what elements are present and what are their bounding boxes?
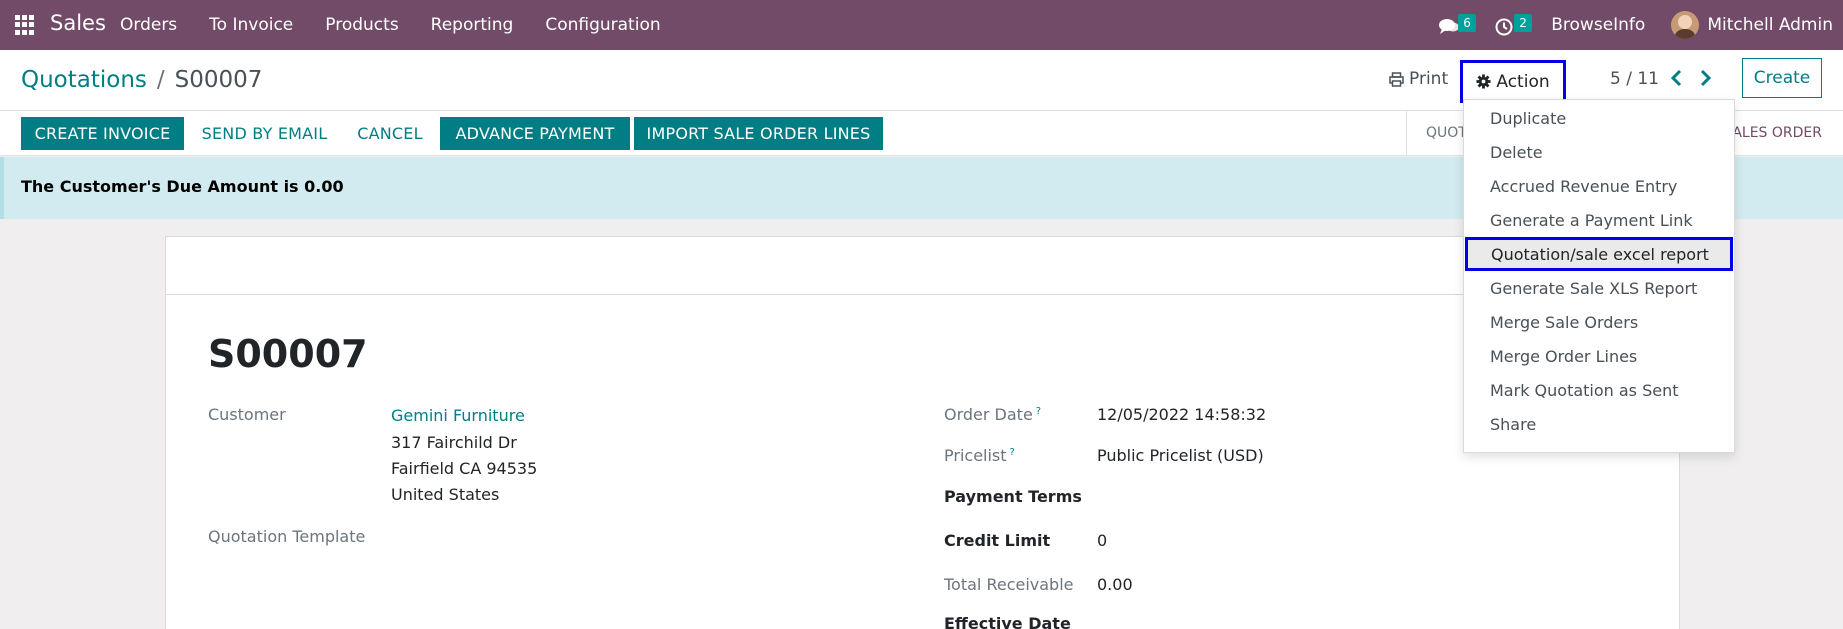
create-invoice-button[interactable]: CREATE INVOICE — [21, 117, 184, 150]
advance-payment-button[interactable]: ADVANCE PAYMENT — [440, 117, 630, 150]
app-brand[interactable]: Sales — [50, 11, 106, 35]
print-icon — [1389, 71, 1404, 87]
customer-address-line1: 317 Fairchild Dr — [391, 433, 517, 452]
stage-sales-order[interactable]: ALES ORDER — [1732, 125, 1822, 141]
cancel-button[interactable]: CANCEL — [345, 117, 435, 150]
menu-item-delete[interactable]: Delete — [1464, 135, 1734, 169]
activities-systray[interactable]: 2 — [1495, 10, 1532, 40]
stage-quotation[interactable]: QUOT — [1426, 125, 1467, 141]
main-menu: Orders To Invoice Products Reporting Con… — [120, 0, 693, 50]
action-label: Action — [1496, 71, 1550, 92]
menu-item-merge-sale-orders[interactable]: Merge Sale Orders — [1464, 305, 1734, 339]
messages-systray[interactable]: 6 — [1439, 10, 1476, 40]
menu-item-quotation-sale-excel-report[interactable]: Quotation/sale excel report — [1465, 237, 1733, 271]
action-button[interactable]: Action — [1460, 60, 1566, 103]
total-receivable-value: 0.00 — [1097, 575, 1133, 594]
pricelist-value[interactable]: Public Pricelist (USD) — [1097, 446, 1264, 465]
form-sheet: S00007 Customer Gemini Furniture 317 Fai… — [165, 236, 1680, 629]
customer-label: Customer — [208, 405, 286, 424]
chevron-left-icon[interactable] — [1668, 68, 1686, 88]
activities-badge: 2 — [1514, 14, 1532, 32]
menu-reporting[interactable]: Reporting — [431, 15, 514, 35]
breadcrumb-separator: / — [156, 67, 165, 93]
order-date-value[interactable]: 12/05/2022 14:58:32 — [1097, 405, 1266, 424]
chevron-right-icon[interactable] — [1696, 68, 1714, 88]
app-grid-icon[interactable] — [15, 15, 35, 35]
print-label: Print — [1409, 69, 1449, 89]
order-date-label-text: Order Date — [944, 405, 1033, 424]
menu-configuration[interactable]: Configuration — [545, 15, 660, 35]
company-switcher[interactable]: BrowseInfo — [1551, 15, 1645, 35]
payment-terms-label: Payment Terms — [944, 487, 1082, 506]
order-date-label: Order Date? — [944, 405, 1041, 424]
pricelist-help-icon[interactable]: ? — [1010, 447, 1015, 458]
menu-item-duplicate[interactable]: Duplicate — [1464, 101, 1734, 135]
import-sale-order-lines-button[interactable]: IMPORT SALE ORDER LINES — [634, 117, 883, 150]
menu-orders[interactable]: Orders — [120, 15, 177, 35]
pager-value[interactable]: 5 / 11 — [1610, 69, 1659, 89]
clock-icon — [1495, 18, 1513, 36]
customer-address-line2: Fairfield CA 94535 — [391, 459, 538, 478]
gear-icon — [1476, 74, 1491, 89]
credit-limit-label: Credit Limit — [944, 531, 1051, 550]
customer-address-line3: United States — [391, 485, 500, 504]
effective-date-label: Effective Date — [944, 614, 1071, 629]
menu-item-generate-sale-xls-report[interactable]: Generate Sale XLS Report — [1464, 271, 1734, 305]
menu-item-merge-order-lines[interactable]: Merge Order Lines — [1464, 339, 1734, 373]
breadcrumb: Quotations / S00007 — [21, 67, 262, 93]
total-receivable-label: Total Receivable — [944, 575, 1074, 594]
pricelist-label: Pricelist? — [944, 446, 1015, 465]
breadcrumb-quotations[interactable]: Quotations — [21, 67, 147, 93]
record-title: S00007 — [208, 332, 368, 376]
customer-link[interactable]: Gemini Furniture — [391, 406, 525, 425]
order-date-help-icon[interactable]: ? — [1036, 406, 1041, 417]
menu-item-generate-payment-link[interactable]: Generate a Payment Link — [1464, 203, 1734, 237]
user-name: Mitchell Admin — [1707, 15, 1833, 35]
credit-limit-value: 0 — [1097, 531, 1108, 550]
chat-icon — [1439, 19, 1460, 34]
action-dropdown-menu: Duplicate Delete Accrued Revenue Entry G… — [1463, 99, 1735, 453]
menu-item-mark-quotation-sent[interactable]: Mark Quotation as Sent — [1464, 373, 1734, 407]
avatar — [1671, 11, 1700, 39]
create-button[interactable]: Create — [1742, 58, 1822, 98]
breadcrumb-current: S00007 — [174, 67, 263, 93]
due-amount-text: The Customer's Due Amount is 0.00 — [21, 177, 344, 196]
quotation-template-label: Quotation Template — [208, 527, 366, 546]
print-button[interactable]: Print — [1389, 69, 1448, 89]
menu-item-accrued-revenue-entry[interactable]: Accrued Revenue Entry — [1464, 169, 1734, 203]
messages-badge: 6 — [1458, 14, 1476, 32]
sheet-header — [166, 237, 1679, 295]
top-navbar: Sales Orders To Invoice Products Reporti… — [0, 0, 1843, 50]
user-menu[interactable]: Mitchell Admin — [1671, 11, 1833, 39]
send-by-email-button[interactable]: SEND BY EMAIL — [192, 117, 337, 150]
menu-item-share[interactable]: Share — [1464, 407, 1734, 441]
menu-products[interactable]: Products — [325, 15, 398, 35]
menu-to-invoice[interactable]: To Invoice — [209, 15, 293, 35]
navbar-right: 6 2 BrowseInfo Mitchell Admin — [1439, 0, 1843, 50]
pricelist-label-text: Pricelist — [944, 446, 1007, 465]
